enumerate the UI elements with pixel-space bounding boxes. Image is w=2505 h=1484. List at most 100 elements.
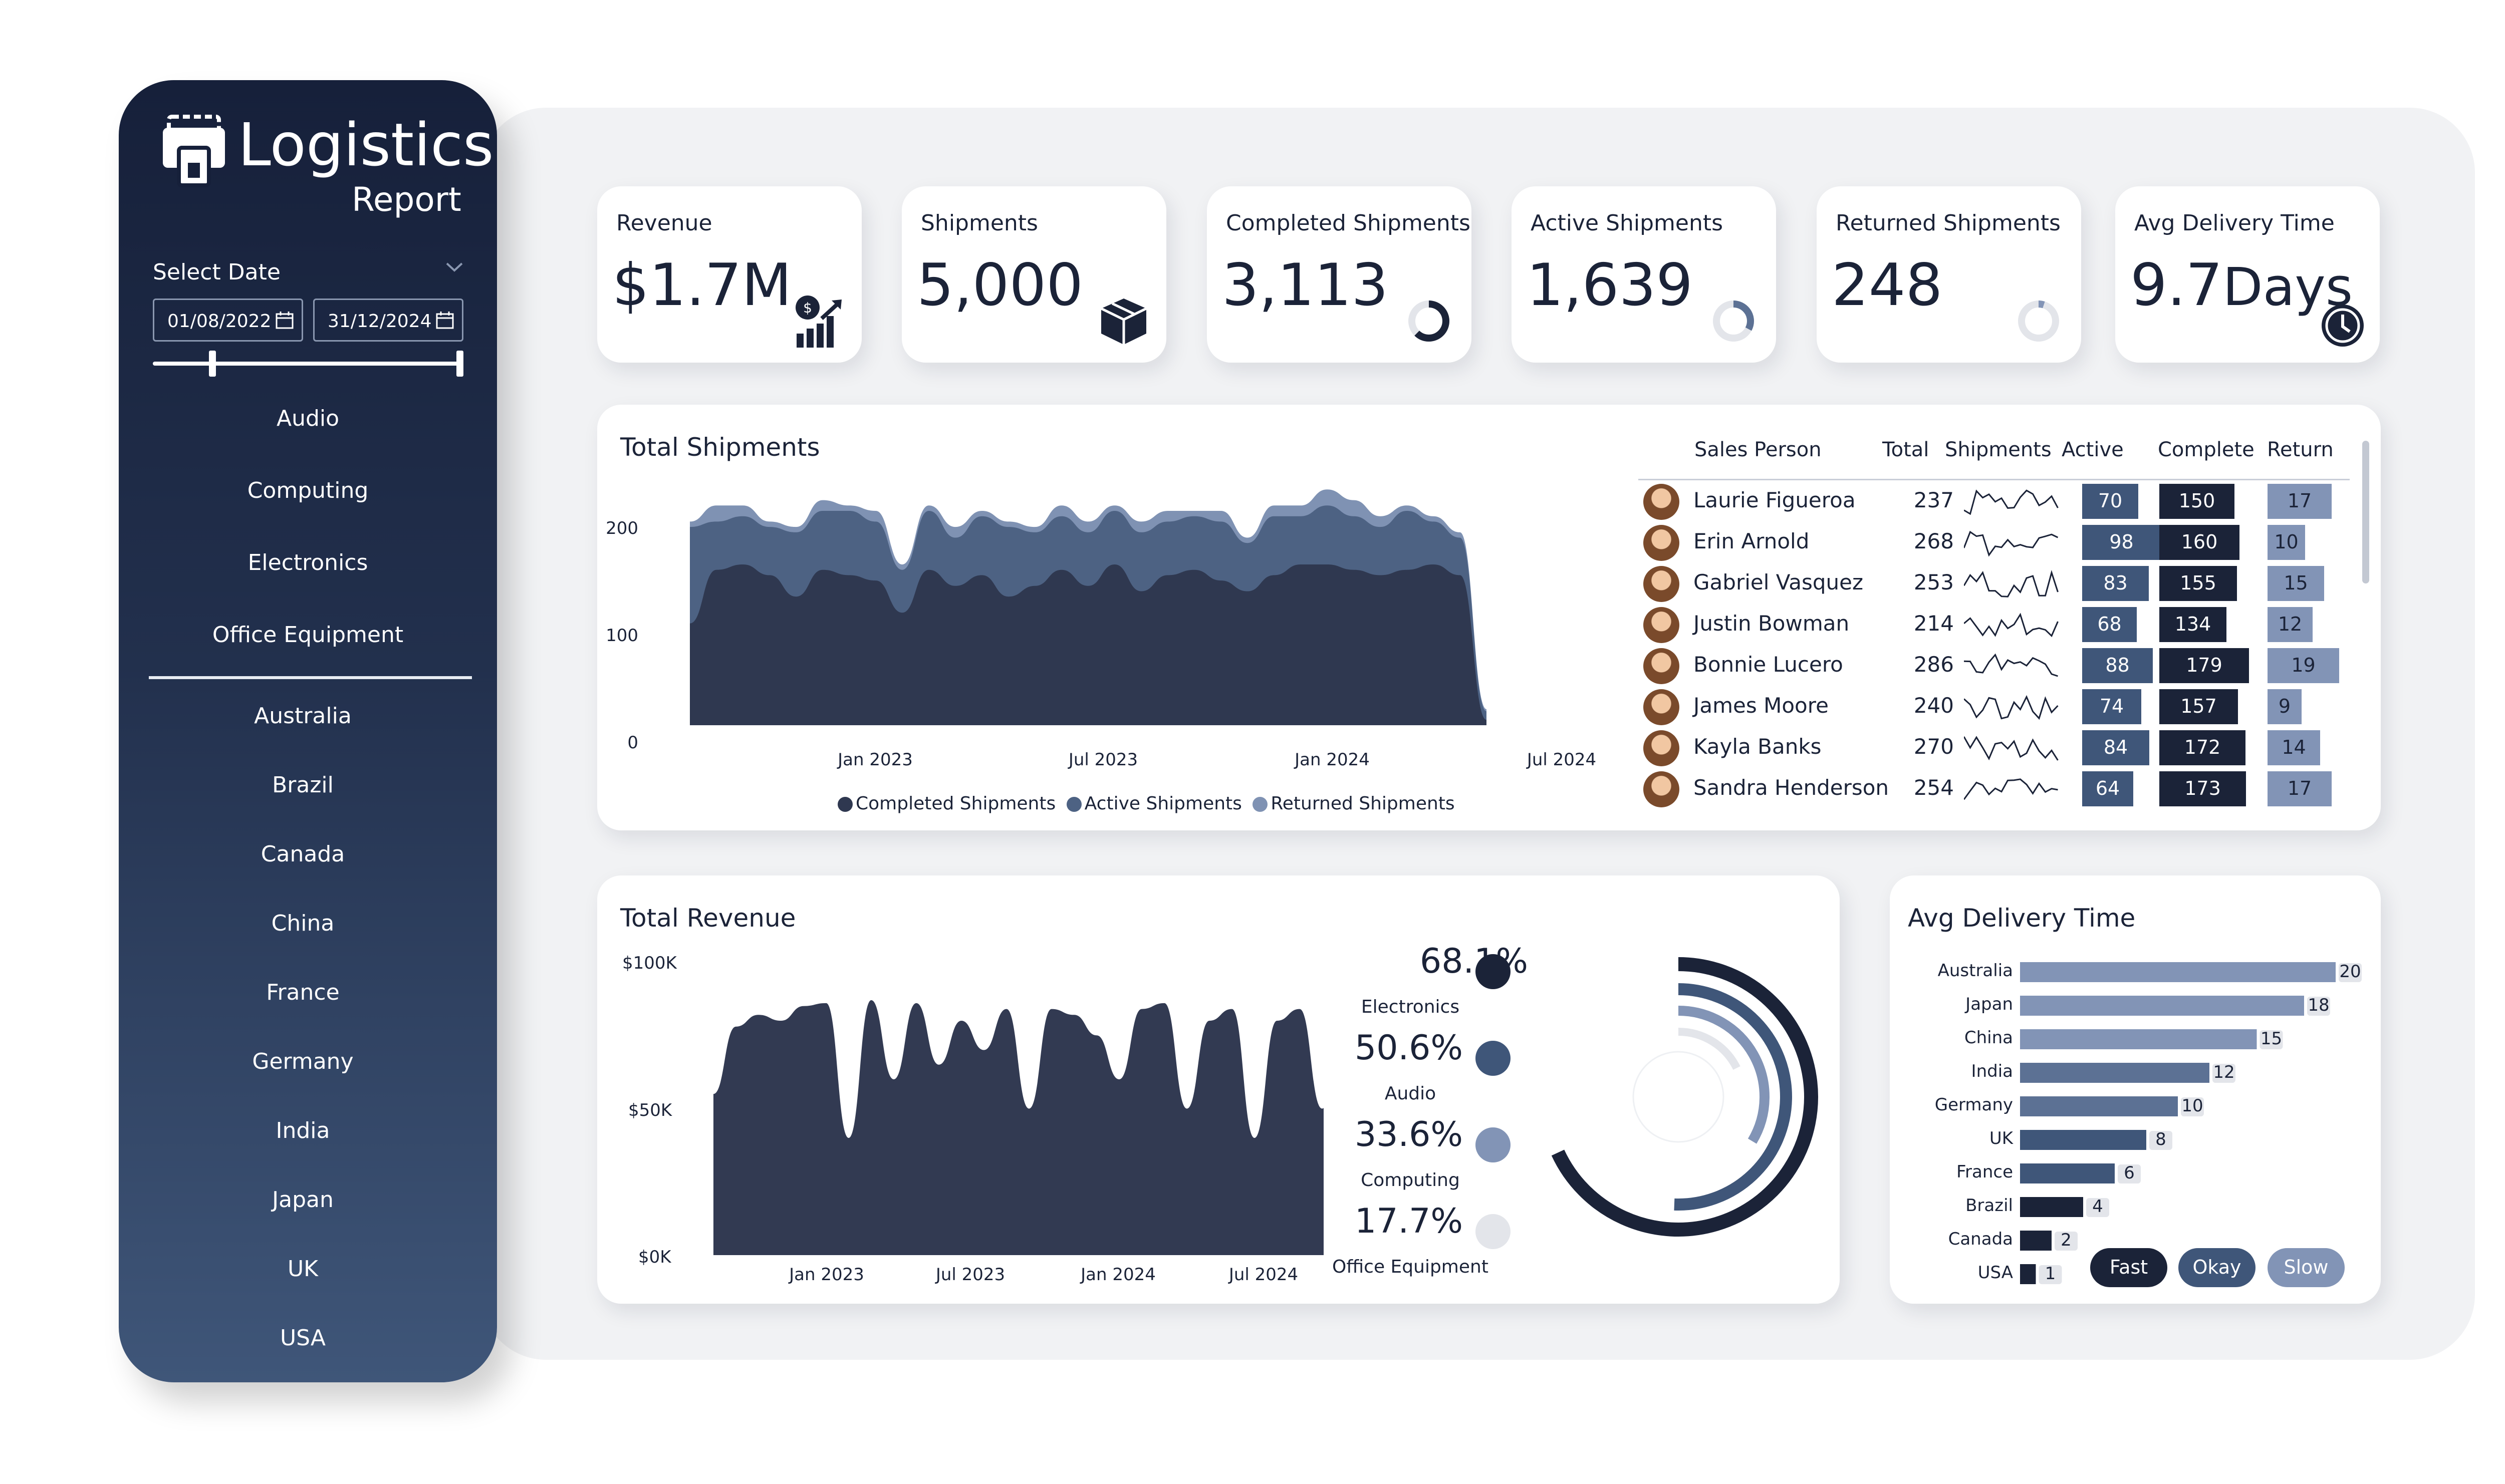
return-bar: 15 bbox=[2268, 566, 2324, 601]
shipments-sparkline bbox=[1964, 778, 2058, 800]
avatar bbox=[1643, 648, 1679, 684]
table-row[interactable]: Kayla Banks 270 84 172 14 bbox=[1633, 728, 2350, 769]
category-office-equipment[interactable]: Office Equipment bbox=[119, 622, 497, 648]
complete-value: 160 bbox=[2181, 531, 2218, 553]
col-header-shipments[interactable]: Shipments bbox=[1945, 438, 2052, 461]
delivery-bar bbox=[2020, 1130, 2146, 1150]
app-subtitle: Report bbox=[352, 180, 461, 219]
delivery-country-label: France bbox=[1956, 1162, 2013, 1182]
col-header-sales-person[interactable]: Sales Person bbox=[1694, 438, 1822, 461]
calendar-icon[interactable] bbox=[435, 310, 455, 330]
table-row[interactable]: James Moore 240 74 157 9 bbox=[1633, 687, 2350, 728]
sidebar-divider bbox=[149, 676, 472, 679]
avatar bbox=[1643, 771, 1679, 807]
slow-filter-button[interactable]: Slow bbox=[2268, 1248, 2345, 1287]
complete-value: 150 bbox=[2178, 490, 2215, 512]
fast-filter-button[interactable]: Fast bbox=[2090, 1248, 2167, 1287]
kpi-card-completed: Completed Shipments 3,113 bbox=[1207, 186, 1471, 363]
category-electronics[interactable]: Electronics bbox=[119, 550, 497, 575]
country-brazil[interactable]: Brazil bbox=[114, 772, 492, 798]
kpi-card-avg-delivery: Avg Delivery Time 9.7Days bbox=[2115, 186, 2380, 363]
country-australia[interactable]: Australia bbox=[114, 703, 492, 729]
return-bar: 17 bbox=[2268, 771, 2332, 806]
delivery-country-label: Brazil bbox=[1965, 1196, 2013, 1216]
active-value: 98 bbox=[2109, 531, 2134, 553]
share-computing-pct: 33.6% bbox=[1354, 1115, 1463, 1154]
delivery-bar bbox=[2020, 1096, 2178, 1116]
delivery-value-label: 18 bbox=[2308, 995, 2329, 1015]
okay-filter-button[interactable]: Okay bbox=[2178, 1248, 2256, 1287]
chevron-down-icon[interactable] bbox=[444, 259, 464, 274]
kpi-label: Shipments bbox=[921, 210, 1038, 236]
total-revenue-chart[interactable]: $100K $50K $0K Jan 2023 Jul 2023 Jan 202… bbox=[597, 875, 1324, 1304]
sparkline-path bbox=[1964, 489, 2059, 515]
table-row[interactable]: Justin Bowman 214 68 134 12 bbox=[1633, 605, 2350, 646]
return-value: 12 bbox=[2278, 613, 2303, 635]
col-header-complete[interactable]: Complete bbox=[2158, 438, 2254, 461]
col-header-active[interactable]: Active bbox=[2062, 438, 2124, 461]
country-uk[interactable]: UK bbox=[114, 1256, 492, 1282]
active-bar: 88 bbox=[2082, 648, 2153, 683]
active-bar: 64 bbox=[2082, 771, 2133, 806]
shipments-sparkline bbox=[1964, 736, 2059, 761]
delivery-bar bbox=[2020, 1163, 2115, 1183]
slider-end-handle[interactable] bbox=[456, 351, 463, 377]
date-range-slider[interactable] bbox=[153, 362, 463, 366]
x-tick-label: Jan 2024 bbox=[1294, 750, 1370, 770]
total-shipments-chart[interactable]: 200 100 0 Jan 2023 Jul 2023 Jan 2024 Jul… bbox=[597, 405, 1624, 830]
end-date-input[interactable]: 31/12/2024 bbox=[313, 299, 463, 342]
active-value: 84 bbox=[2103, 736, 2128, 758]
active-value: 70 bbox=[2098, 490, 2123, 512]
calendar-icon[interactable] bbox=[275, 310, 295, 330]
sales-person-name: Sandra Henderson bbox=[1693, 775, 1889, 800]
country-india[interactable]: India bbox=[114, 1118, 492, 1143]
kpi-label: Completed Shipments bbox=[1226, 210, 1470, 236]
country-usa[interactable]: USA bbox=[114, 1325, 492, 1351]
category-radial-chart[interactable] bbox=[1523, 942, 1834, 1252]
legend-swatch bbox=[1252, 797, 1268, 812]
sales-person-name: Bonnie Lucero bbox=[1693, 652, 1843, 677]
delivery-country-label: USA bbox=[1978, 1263, 2013, 1283]
delivery-country-label: Canada bbox=[1948, 1229, 2013, 1249]
table-row[interactable]: Erin Arnold 268 98 160 10 bbox=[1633, 523, 2350, 564]
share-computing-dot bbox=[1475, 1127, 1511, 1162]
delivery-value-label: 4 bbox=[2092, 1197, 2103, 1217]
share-audio-pct: 50.6% bbox=[1354, 1028, 1463, 1068]
x-tick-label: Jul 2023 bbox=[1068, 750, 1138, 770]
country-japan[interactable]: Japan bbox=[114, 1187, 492, 1213]
table-row[interactable]: Gabriel Vasquez 253 83 155 15 bbox=[1633, 564, 2350, 605]
sales-total: 237 bbox=[1913, 488, 1954, 512]
end-date-value: 31/12/2024 bbox=[328, 311, 432, 332]
category-audio[interactable]: Audio bbox=[119, 406, 497, 431]
return-value: 17 bbox=[2287, 777, 2312, 799]
y-tick-label: $0K bbox=[638, 1247, 672, 1267]
table-scrollbar[interactable] bbox=[2362, 441, 2369, 583]
active-value: 83 bbox=[2103, 572, 2128, 594]
category-computing[interactable]: Computing bbox=[119, 478, 497, 503]
share-office-equipment-dot bbox=[1475, 1214, 1511, 1249]
x-tick-label: Jan 2023 bbox=[788, 1265, 864, 1285]
country-germany[interactable]: Germany bbox=[114, 1049, 492, 1074]
progress-ring-icon bbox=[1713, 301, 1754, 342]
return-value: 17 bbox=[2287, 490, 2312, 512]
app-title: Logistics bbox=[238, 110, 494, 179]
start-date-input[interactable]: 01/08/2022 bbox=[153, 299, 303, 342]
country-china[interactable]: China bbox=[114, 911, 492, 936]
sales-person-name: Justin Bowman bbox=[1693, 611, 1850, 636]
avg-delivery-chart[interactable]: Australia 20Japan 18China 15India 12Germany 1… bbox=[1890, 875, 2381, 1304]
country-canada[interactable]: Canada bbox=[114, 841, 492, 867]
x-tick-label: Jan 2024 bbox=[1080, 1265, 1156, 1285]
y-tick-label: 200 bbox=[606, 518, 638, 538]
complete-bar: 134 bbox=[2159, 607, 2226, 642]
table-row[interactable]: Laurie Figueroa 237 70 150 17 bbox=[1633, 482, 2350, 523]
slider-start-handle[interactable] bbox=[209, 351, 216, 377]
col-header-return[interactable]: Return bbox=[2267, 438, 2334, 461]
country-france[interactable]: France bbox=[114, 980, 492, 1005]
table-row[interactable]: Sandra Henderson 254 64 173 17 bbox=[1633, 769, 2350, 810]
complete-bar: 155 bbox=[2159, 566, 2237, 601]
progress-ring-icon bbox=[1408, 301, 1449, 342]
table-row[interactable]: Bonnie Lucero 286 88 179 19 bbox=[1633, 646, 2350, 687]
col-header-total[interactable]: Total bbox=[1882, 438, 1929, 461]
avatar bbox=[1643, 689, 1679, 725]
complete-value: 157 bbox=[2180, 695, 2217, 717]
